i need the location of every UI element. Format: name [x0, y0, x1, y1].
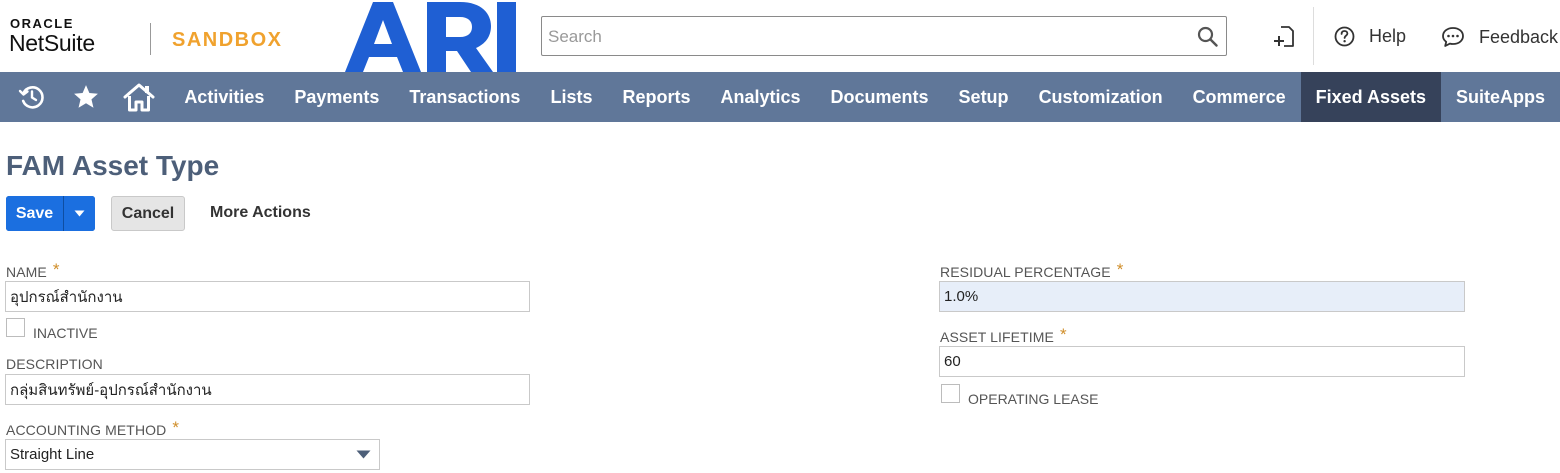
required-indicator: * [1059, 325, 1067, 344]
sandbox-label: SANDBOX [172, 29, 283, 51]
asset-lifetime-value: 60 [944, 353, 961, 370]
nav-customization[interactable]: Customization [1024, 72, 1178, 122]
description-value: กลุ่มสินทรัพย์-อุปกรณ์สำนักงาน [10, 381, 212, 399]
star-icon [74, 85, 99, 108]
nav-setup[interactable]: Setup [944, 72, 1024, 122]
nav-reports[interactable]: Reports [607, 72, 705, 122]
search-icon[interactable] [1197, 26, 1218, 47]
global-search[interactable] [541, 16, 1227, 56]
feedback-icon [1442, 27, 1464, 47]
help-link[interactable]: Help [1334, 26, 1406, 47]
accounting-method-label-text: ACCOUNTING METHOD [6, 422, 167, 438]
nav-analytics[interactable]: Analytics [705, 72, 815, 122]
inactive-label: INACTIVE [33, 325, 98, 341]
asset-lifetime-field-label: ASSET LIFETIME * [940, 325, 1067, 347]
save-options-button[interactable] [63, 196, 95, 231]
netsuite-logo-text: NetSuite [9, 30, 95, 56]
cancel-button[interactable]: Cancel [111, 196, 185, 231]
asset-lifetime-field[interactable]: 60 [939, 346, 1465, 377]
nav-activities[interactable]: Activities [169, 72, 279, 122]
required-indicator: * [172, 418, 180, 437]
name-label-text: NAME [6, 264, 47, 280]
header-divider [1313, 7, 1314, 65]
operating-lease-label: OPERATING LEASE [968, 391, 1099, 407]
help-icon [1334, 26, 1355, 47]
name-value: อุปกรณ์สำนักงาน [10, 288, 123, 306]
dropdown-arrow-icon[interactable] [356, 450, 371, 459]
create-new-icon[interactable] [1272, 25, 1296, 49]
operating-lease-checkbox[interactable] [941, 384, 960, 403]
logo-divider [150, 23, 151, 55]
asset-lifetime-label-text: ASSET LIFETIME [940, 329, 1054, 345]
ari-logo [345, 2, 516, 72]
save-button[interactable]: Save [6, 196, 63, 231]
residual-percentage-field-label: RESIDUAL PERCENTAGE * [940, 260, 1124, 282]
main-nav-bar: Activities Payments Transactions Lists R… [0, 72, 1560, 122]
history-icon [19, 86, 45, 109]
nav-commerce[interactable]: Commerce [1178, 72, 1301, 122]
more-actions-button[interactable]: More Actions [210, 204, 311, 222]
help-label: Help [1369, 26, 1407, 46]
inactive-checkbox[interactable] [6, 318, 25, 337]
accounting-method-value: Straight Line [10, 446, 95, 463]
home-button[interactable] [108, 72, 169, 122]
feedback-link[interactable]: Feedback [1441, 26, 1558, 48]
nav-documents[interactable]: Documents [816, 72, 944, 122]
page-title: FAM Asset Type [6, 150, 220, 181]
nav-lists[interactable]: Lists [535, 72, 607, 122]
save-button-group: Save [6, 196, 95, 231]
nav-transactions[interactable]: Transactions [394, 72, 535, 122]
nav-suiteapps[interactable]: SuiteApps [1441, 72, 1560, 122]
required-indicator: * [1116, 260, 1124, 279]
accounting-method-field-label: ACCOUNTING METHOD * [6, 418, 180, 440]
search-input[interactable] [546, 18, 1190, 56]
residual-percentage-field[interactable]: 1.0% [939, 281, 1465, 312]
home-icon [123, 83, 155, 112]
description-field[interactable]: กลุ่มสินทรัพย์-อุปกรณ์สำนักงาน [5, 374, 530, 405]
description-field-label: DESCRIPTION [6, 356, 103, 372]
nav-payments[interactable]: Payments [279, 72, 394, 122]
global-header: ORACLE NetSuite SANDBOX Help [0, 0, 1560, 72]
caret-down-icon [74, 210, 85, 217]
residual-value: 1.0% [944, 288, 979, 305]
name-field[interactable]: อุปกรณ์สำนักงาน [5, 281, 530, 312]
nav-fixed-assets[interactable]: Fixed Assets [1300, 72, 1441, 122]
required-indicator: * [52, 260, 60, 279]
residual-label-text: RESIDUAL PERCENTAGE [940, 264, 1111, 280]
accounting-method-select[interactable]: Straight Line [5, 439, 380, 470]
name-field-label: NAME * [6, 260, 60, 282]
recent-records-button[interactable] [0, 72, 65, 122]
oracle-logo-text: ORACLE [10, 16, 74, 31]
feedback-label: Feedback [1479, 26, 1559, 47]
favorites-button[interactable] [65, 72, 109, 122]
